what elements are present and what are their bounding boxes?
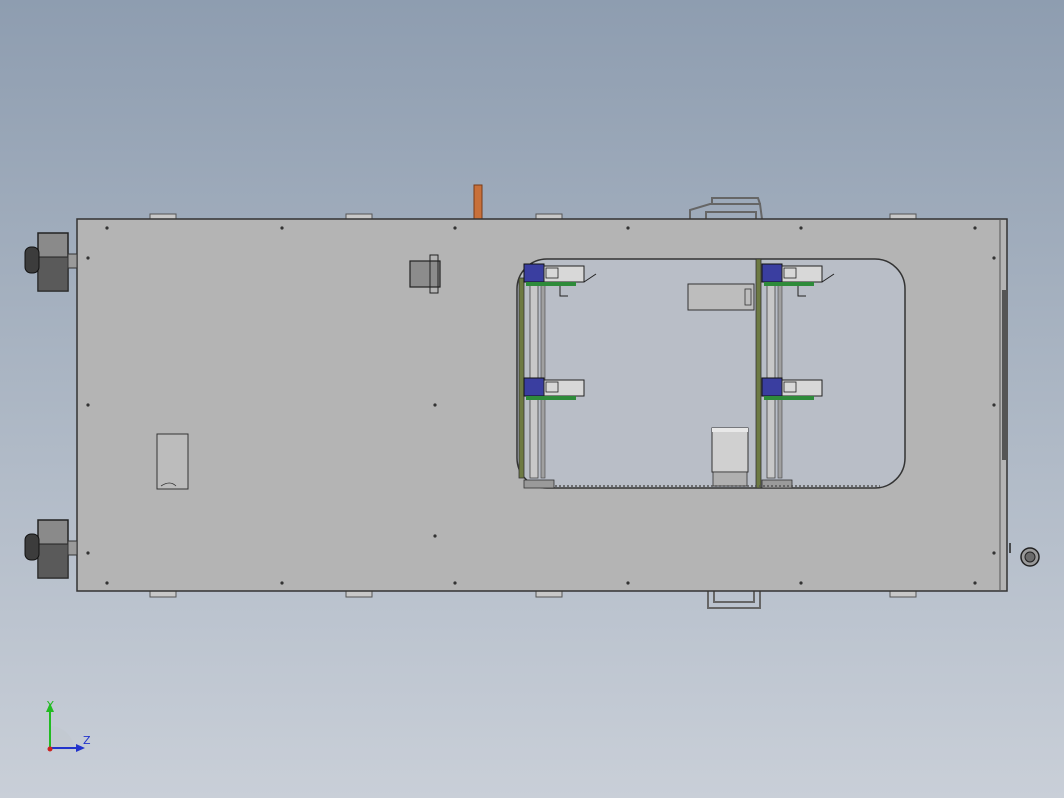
cad-viewport[interactable]: Y Z: [0, 0, 1064, 798]
cylinder-component: [711, 427, 749, 487]
cad-model-top-view[interactable]: [0, 0, 1064, 798]
label-plate: [156, 433, 189, 490]
top-handle: [689, 197, 763, 220]
ring-fitting-right: [1009, 543, 1040, 567]
sensor-module-mid-right: [761, 377, 823, 400]
sensor-module-mid-left: [523, 377, 585, 400]
mounting-bracket: [409, 254, 441, 294]
fitting-top-left: [24, 232, 78, 292]
fitting-bottom-left: [24, 519, 78, 579]
triad-y-label: Y: [47, 699, 54, 712]
bottom-mounting-tabs: [149, 590, 917, 598]
bottom-handle: [707, 591, 761, 609]
triad-z-label: Z: [83, 734, 91, 747]
copper-tab: [473, 184, 483, 221]
center-bar: [687, 283, 755, 311]
right-side-rail: [1002, 290, 1008, 460]
